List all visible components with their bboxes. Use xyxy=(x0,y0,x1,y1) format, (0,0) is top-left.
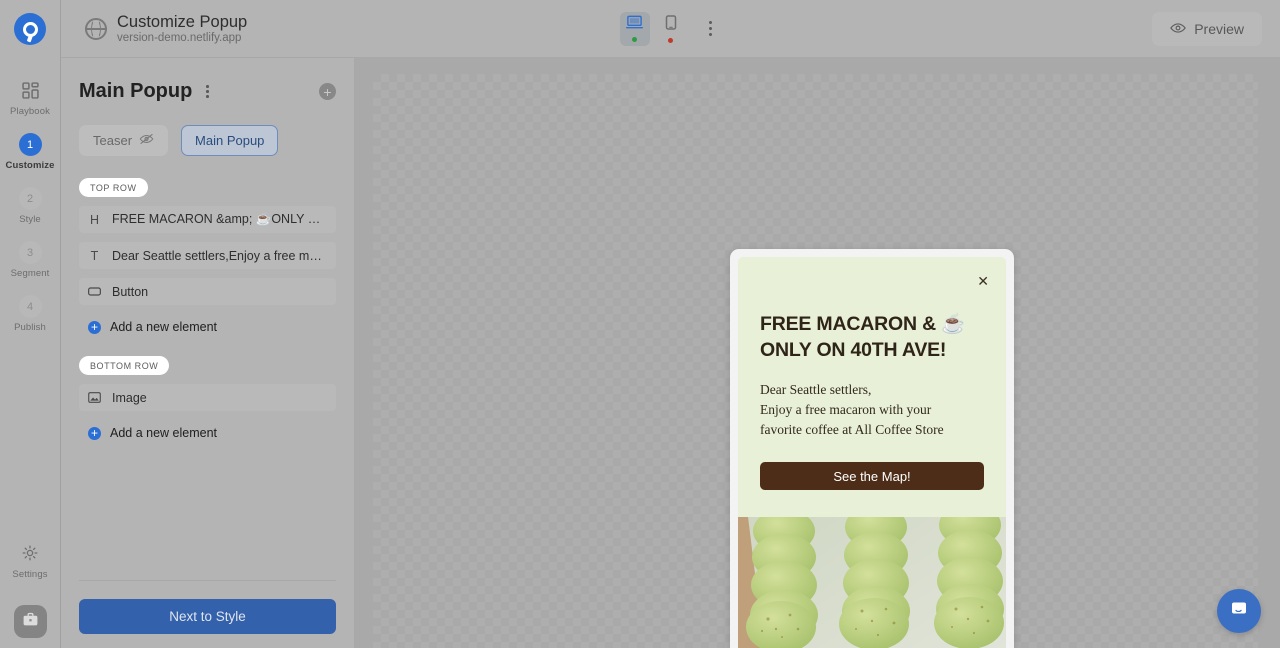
element-label: Dear Seattle settlers,Enjoy a free macar… xyxy=(112,248,327,263)
sidebar-item-playbook[interactable]: Playbook xyxy=(0,71,60,126)
add-popup-button[interactable]: + xyxy=(319,83,336,100)
section-badge-bottom-row: BOTTOM ROW xyxy=(79,356,170,375)
popup-body-text: Dear Seattle settlers, Enjoy a free maca… xyxy=(760,381,944,438)
top-bar: Customize Popup version-demo.netlify.app xyxy=(61,0,1280,58)
panel-header: Main Popup + xyxy=(79,58,336,103)
main-column: Customize Popup version-demo.netlify.app xyxy=(61,0,1280,648)
add-element-label: Add a new element xyxy=(110,426,218,440)
site-info: Customize Popup version-demo.netlify.app xyxy=(85,12,248,45)
sidebar-item-label: Customize xyxy=(5,160,55,171)
preview-canvas: ✕ FREE MACARON & ☕ ONLY ON 40TH AVE! Dea… xyxy=(355,58,1280,648)
step-badge: 3 xyxy=(18,241,42,264)
add-element-label: Add a new element xyxy=(110,320,218,334)
element-row-heading[interactable]: H FREE MACARON &amp; ☕ONLY ON 40TH ... xyxy=(79,206,336,233)
grid-icon xyxy=(18,78,42,102)
account-button[interactable] xyxy=(13,605,47,638)
element-label: FREE MACARON &amp; ☕ONLY ON 40TH ... xyxy=(112,212,327,226)
gear-icon xyxy=(18,541,42,565)
sidebar-item-label: Style xyxy=(19,214,41,225)
step-badge: 1 xyxy=(18,133,42,156)
workspace: Main Popup + Teaser Main Popup TOP ROW H… xyxy=(61,58,1280,648)
macaron-photo xyxy=(738,517,1006,648)
desktop-icon xyxy=(626,15,643,35)
element-row-image[interactable]: Image xyxy=(79,384,336,411)
divider xyxy=(79,580,336,581)
text-icon: T xyxy=(90,248,99,263)
tab-main-popup-label: Main Popup xyxy=(195,133,265,148)
add-element-top-row[interactable]: + Add a new element xyxy=(79,320,336,334)
image-icon xyxy=(88,392,101,403)
rail-footer: Settings xyxy=(0,534,60,648)
panel-footer: Next to Style xyxy=(79,580,336,648)
status-dot-mobile xyxy=(668,37,673,43)
section-badge-top-row: TOP ROW xyxy=(79,178,148,197)
briefcase-icon xyxy=(22,611,39,633)
plus-circle-icon: + xyxy=(88,426,101,440)
sidebar-item-label: Publish xyxy=(14,322,46,333)
next-to-style-button[interactable]: Next to Style xyxy=(79,599,336,634)
sidebar-item-label: Settings xyxy=(12,569,48,580)
plus-circle-icon: + xyxy=(88,320,101,334)
left-nav-rail: Playbook 1 Customize 2 Style 3 Segment 4… xyxy=(0,0,61,648)
add-element-bottom-row[interactable]: + Add a new element xyxy=(79,426,336,440)
editor-panel: Main Popup + Teaser Main Popup TOP ROW H… xyxy=(61,58,355,648)
mobile-icon xyxy=(665,14,677,36)
chat-bubble-icon xyxy=(1229,599,1249,624)
panel-title-menu-icon[interactable] xyxy=(202,81,213,102)
popup-tabs: Teaser Main Popup xyxy=(79,125,336,156)
step-badge: 4 xyxy=(18,295,42,318)
page-title: Customize Popup xyxy=(117,12,248,31)
popup-preview-card: ✕ FREE MACARON & ☕ ONLY ON 40TH AVE! Dea… xyxy=(730,249,1014,648)
sidebar-item-customize[interactable]: 1 Customize xyxy=(0,126,60,180)
sidebar-item-segment[interactable]: 3 Segment xyxy=(0,234,60,288)
popup-headline: FREE MACARON & ☕ ONLY ON 40TH AVE! xyxy=(760,313,966,361)
device-toggle-mobile[interactable] xyxy=(656,12,686,46)
site-url: version-demo.netlify.app xyxy=(117,32,242,45)
preview-button-label: Preview xyxy=(1194,20,1244,37)
globe-icon xyxy=(85,17,107,40)
sidebar-item-label: Playbook xyxy=(10,106,50,117)
tab-teaser-label: Teaser xyxy=(93,133,133,148)
app-root: Playbook 1 Customize 2 Style 3 Segment 4… xyxy=(0,0,1280,648)
device-toggle-desktop[interactable] xyxy=(619,11,650,46)
app-logo[interactable] xyxy=(0,0,60,58)
popup-content-area: ✕ FREE MACARON & ☕ ONLY ON 40TH AVE! Dea… xyxy=(738,257,1006,517)
status-dot-desktop xyxy=(632,37,637,42)
rail-nav-items: Playbook 1 Customize 2 Style 3 Segment 4… xyxy=(0,71,60,342)
tab-teaser[interactable]: Teaser xyxy=(79,125,169,156)
heading-icon: H xyxy=(89,212,100,227)
element-label: Image xyxy=(112,390,147,405)
popup-inner: ✕ FREE MACARON & ☕ ONLY ON 40TH AVE! Dea… xyxy=(738,257,1006,648)
element-row-text[interactable]: T Dear Seattle settlers,Enjoy a free mac… xyxy=(79,242,336,269)
sidebar-item-style[interactable]: 2 Style xyxy=(0,180,60,234)
eye-icon xyxy=(1170,21,1187,37)
eye-off-icon xyxy=(139,133,154,148)
sidebar-item-publish[interactable]: 4 Publish xyxy=(0,288,60,342)
chat-bubble-button[interactable] xyxy=(1217,589,1261,633)
app-logo-icon xyxy=(14,13,46,45)
popup-cta-button[interactable]: See the Map! xyxy=(760,462,984,491)
preview-button[interactable]: Preview xyxy=(1152,11,1262,46)
step-badge: 2 xyxy=(18,187,42,210)
panel-title: Main Popup xyxy=(79,80,193,102)
device-switcher xyxy=(619,11,722,46)
popup-image xyxy=(738,517,1006,648)
tab-main-popup[interactable]: Main Popup xyxy=(181,125,279,156)
element-label: Button xyxy=(112,284,149,299)
sidebar-item-settings[interactable]: Settings xyxy=(0,534,60,589)
sidebar-item-label: Segment xyxy=(10,268,50,279)
element-row-button[interactable]: Button xyxy=(79,278,336,305)
button-icon xyxy=(88,287,101,296)
close-icon[interactable]: ✕ xyxy=(977,274,989,288)
kebab-menu-icon[interactable] xyxy=(700,15,722,43)
